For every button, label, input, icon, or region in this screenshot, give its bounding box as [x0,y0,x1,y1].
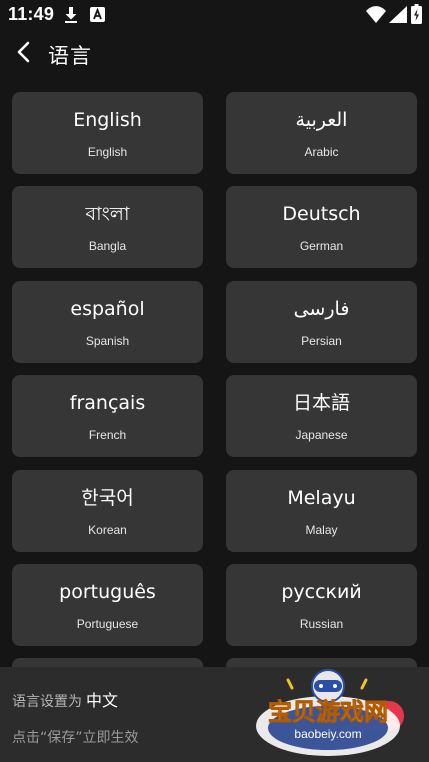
current-language-label: 语言设置为 [12,694,82,710]
language-card-japanese[interactable]: 日本語 Japanese [226,375,417,457]
language-english-name: Bangla [88,239,127,253]
language-native-name: русский [281,581,362,603]
language-card-english[interactable]: English English [12,92,203,174]
chevron-left-icon [17,41,30,63]
current-language-row: 语言设置为 中文 [12,687,118,711]
language-card-spanish[interactable]: español Spanish [12,281,203,363]
battery-icon [411,4,422,24]
page-title: 语言 [48,44,92,68]
language-english-name: French [88,428,127,442]
language-native-name: Deutsch [282,203,361,225]
language-english-name: Japanese [295,428,348,442]
language-english-name: Persian [301,334,342,348]
language-english-name: English [87,145,128,159]
save-hint: 点击“保存”立即生效 [12,730,139,746]
language-english-name: Russian [299,617,344,631]
language-native-name: English [73,109,142,131]
language-native-name: português [59,581,156,603]
back-button[interactable] [12,38,38,66]
language-card-portuguese[interactable]: português Portuguese [12,564,203,646]
language-native-name: Melayu [287,487,356,509]
language-english-name: Korean [88,523,127,537]
language-card-arabic[interactable]: العربية Arabic [226,92,417,174]
save-button[interactable]: 保存 [350,701,404,731]
app-bar: 语言 [0,30,429,76]
language-native-name: français [69,392,146,414]
status-bar: 11:49 [0,0,429,30]
language-native-name: فارسی [293,298,350,320]
language-english-name: Arabic [304,145,339,159]
language-card-korean[interactable]: 한국어 Korean [12,470,203,552]
language-settings-screen: 11:49 语言 English English العربية Arabic … [0,0,429,762]
download-icon [65,7,77,23]
language-english-name: German [299,239,344,253]
language-card-french[interactable]: français French [12,375,203,457]
language-card-persian[interactable]: فارسی Persian [226,281,417,363]
language-english-name: Spanish [85,334,130,348]
signal-icon [389,6,407,23]
language-card-bangla[interactable]: বাংলা Bangla [12,186,203,268]
language-english-name: Portuguese [76,617,139,631]
language-card-german[interactable]: Deutsch German [226,186,417,268]
current-language-value: 中文 [86,691,119,710]
bottom-panel: 语言设置为 中文 点击“保存”立即生效 保存 [0,667,429,762]
language-native-name: 한국어 [81,487,134,509]
language-native-name: العربية [295,109,348,131]
language-native-name: বাংলা [85,203,130,225]
wifi-icon [366,6,386,23]
language-english-name: Malay [305,523,338,537]
language-native-name: 日本語 [292,392,350,414]
language-native-name: español [70,298,145,320]
language-card-russian[interactable]: русский Russian [226,564,417,646]
language-card-malay[interactable]: Melayu Malay [226,470,417,552]
a-notification-icon [90,7,105,22]
status-time: 11:49 [8,4,55,24]
